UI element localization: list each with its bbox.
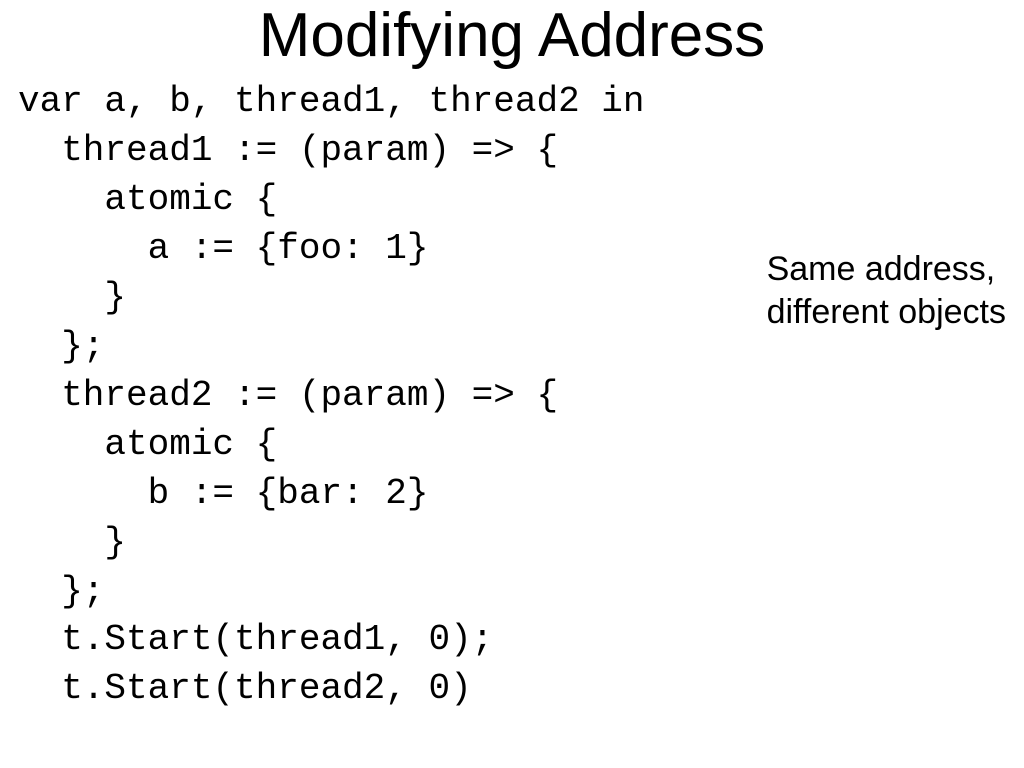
code-line: thread2 := (param) => { [18, 375, 558, 416]
code-line: var a, b, thread1, thread2 in [18, 81, 645, 122]
code-line: } [18, 277, 126, 318]
code-line: t.Start(thread1, 0); [18, 619, 493, 660]
code-block: var a, b, thread1, thread2 in thread1 :=… [18, 78, 645, 714]
code-line: }; [18, 571, 104, 612]
code-line: atomic { [18, 179, 277, 220]
code-line: a := {foo: 1} [18, 228, 428, 269]
code-line: atomic { [18, 424, 277, 465]
annotation-line: Same address, [767, 248, 1006, 291]
code-line: t.Start(thread2, 0) [18, 668, 472, 709]
annotation: Same address, different objects [767, 248, 1006, 333]
slide: Modifying Address var a, b, thread1, thr… [0, 0, 1024, 768]
code-line: }; [18, 326, 104, 367]
annotation-line: different objects [767, 291, 1006, 334]
slide-title: Modifying Address [0, 0, 1024, 71]
code-line: b := {bar: 2} [18, 473, 428, 514]
code-line: thread1 := (param) => { [18, 130, 558, 171]
code-line: } [18, 522, 126, 563]
